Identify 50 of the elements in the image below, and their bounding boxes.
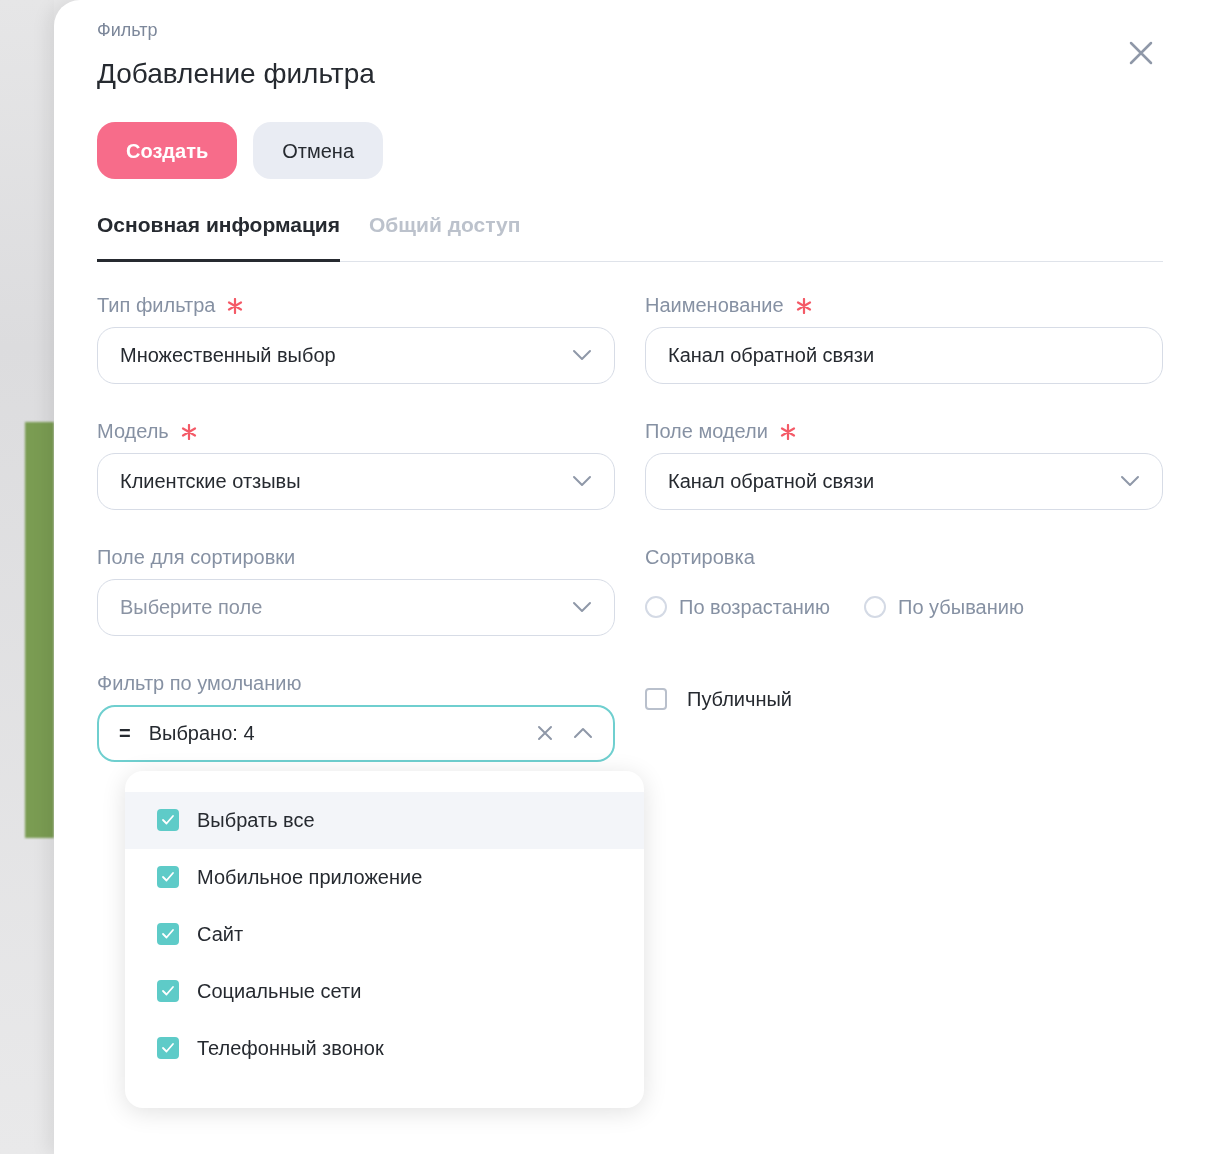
option-label: Социальные сети	[197, 979, 362, 1004]
radio-button[interactable]	[645, 596, 667, 618]
radio-label: По возрастанию	[679, 595, 831, 620]
select-field[interactable]: Множественный выбор	[97, 326, 615, 384]
operator-label: =	[119, 721, 131, 746]
field-label: Фильтр по умолчанию	[97, 670, 303, 696]
select-field[interactable]: Клиентские отзывы	[97, 452, 615, 510]
dropdown-option[interactable]: Социальные сети	[125, 962, 644, 1020]
checkbox[interactable]	[157, 923, 179, 945]
option-label: Выбрать все	[197, 808, 315, 833]
radio-label: По убыванию	[898, 595, 1024, 620]
dropdown-option[interactable]: Сайт	[125, 905, 644, 963]
check-icon	[161, 1042, 175, 1054]
clear-icon	[537, 725, 553, 741]
option-label: Телефонный звонок	[197, 1036, 384, 1061]
checkbox[interactable]	[157, 809, 179, 831]
select-field[interactable]: Канал обратной связи	[645, 452, 1163, 510]
radio-button[interactable]	[864, 596, 887, 618]
field-label: Сортировка	[645, 544, 756, 570]
chevron-down-icon	[1120, 475, 1140, 487]
chevron-down-icon	[572, 601, 592, 613]
multiselect-field[interactable]: = Выбрано: 4	[97, 704, 615, 762]
checkbox[interactable]	[157, 1037, 179, 1059]
field-label: Модель	[97, 418, 169, 444]
dropdown-option[interactable]: Мобильное приложение	[125, 848, 644, 906]
breadcrumb: Фильтр	[97, 19, 159, 42]
checkbox[interactable]	[157, 980, 179, 1002]
checkbox[interactable]	[157, 866, 179, 888]
check-icon	[161, 814, 175, 826]
dropdown-option[interactable]: Телефонный звонок	[125, 1019, 644, 1077]
field-label: Поле для сортировки	[97, 544, 297, 570]
check-icon	[161, 985, 175, 997]
chevron-down-icon	[572, 349, 592, 361]
dropdown-option[interactable]: Выбрать все	[125, 791, 644, 849]
check-icon	[161, 928, 175, 940]
option-label: Сайт	[197, 922, 244, 947]
text-field[interactable]: Канал обратной связи	[645, 326, 1163, 384]
field-label: Наименование	[645, 292, 784, 318]
chevron-up-icon	[573, 727, 593, 739]
option-label: Мобильное приложение	[197, 865, 423, 890]
cancel-button[interactable]: Отмена	[253, 122, 383, 179]
check-icon	[161, 871, 175, 883]
field-label: Тип фильтра	[97, 292, 216, 318]
selected-count: Выбрано: 4	[148, 721, 256, 746]
field-label: Поле модели	[645, 418, 768, 444]
chevron-down-icon	[572, 475, 592, 487]
checkbox[interactable]	[645, 687, 667, 710]
checkbox-label: Публичный	[687, 686, 792, 712]
page-title: Добавление фильтра	[97, 57, 376, 91]
tab[interactable]: Основная информация	[97, 209, 340, 262]
